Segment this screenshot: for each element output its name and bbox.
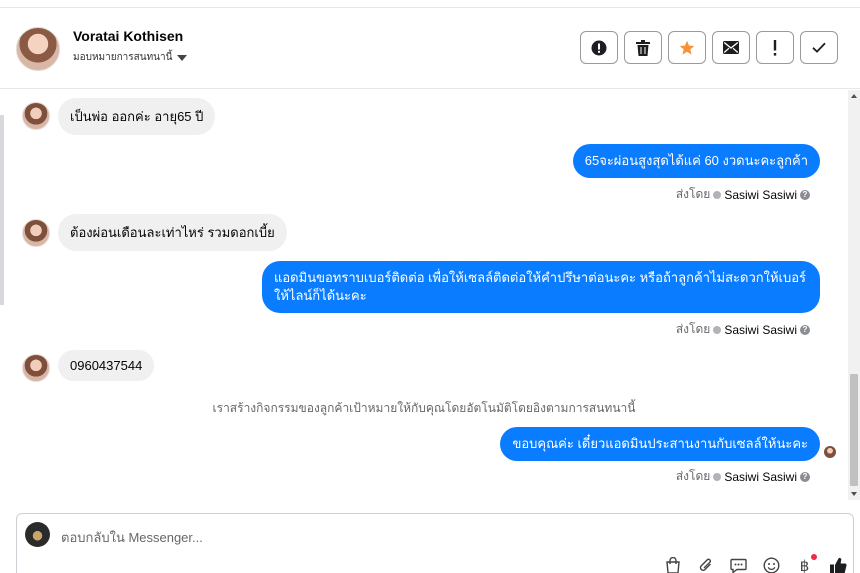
shopping-bag-button[interactable] [663, 556, 682, 573]
reply-composer: ตอบกลับใน Messenger... ฿ [16, 513, 854, 573]
top-border [0, 0, 860, 8]
message-thread[interactable]: เป็นพ่อ ออกค่ะ อายุ65 ปี 65จะผ่อนสูงสุดไ… [0, 90, 848, 500]
message-bubble-outgoing[interactable]: ขอบคุณค่ะ เดี๋ยวแอดมินประสานงานกับเซลล์ใ… [500, 427, 820, 461]
sent-by-line: ส่งโดย Sasiwi Sasiwi ? [676, 320, 810, 339]
notification-dot [811, 554, 817, 560]
saved-reply-button[interactable] [729, 556, 748, 573]
emoji-button[interactable] [762, 556, 781, 573]
reply-input[interactable]: ตอบกลับใน Messenger... [61, 527, 203, 548]
composer-toolbar: ฿ [663, 554, 847, 573]
contact-name[interactable]: Voratai Kothisen [73, 28, 183, 44]
page-avatar [25, 522, 50, 547]
message-bubble-incoming[interactable]: 0960437544 [58, 350, 155, 381]
help-icon[interactable]: ? [800, 189, 810, 200]
message-bubble-incoming[interactable]: ต้องผ่อนเดือนละเท่าไหร่ รวมดอกเบี้ย [58, 214, 287, 251]
thumbs-up-icon [829, 557, 847, 573]
sender-name: Sasiwi Sasiwi [724, 187, 797, 202]
star-icon [679, 40, 695, 55]
sent-by-prefix: ส่งโดย [675, 322, 711, 336]
page-icon [713, 472, 722, 481]
sent-by-prefix: ส่งโดย [675, 187, 711, 201]
contact-avatar-small [22, 219, 50, 247]
sender-name: Sasiwi Sasiwi [724, 469, 797, 484]
shopping-bag-icon [665, 557, 680, 573]
conversation-header: Voratai Kothisen มอบหมายการสนทนานี้ [0, 9, 860, 89]
page-icon [713, 190, 722, 199]
sender-name: Sasiwi Sasiwi [724, 322, 797, 337]
payment-button[interactable]: ฿ [795, 554, 817, 573]
chevron-down-icon [177, 54, 188, 61]
seen-avatar [824, 446, 836, 458]
page-icon [713, 325, 722, 334]
mark-unread-button[interactable] [712, 31, 750, 64]
scrollbar[interactable] [848, 90, 860, 500]
scroll-up-arrow-icon[interactable] [851, 94, 857, 98]
scroll-down-arrow-icon[interactable] [851, 492, 857, 496]
paperclip-icon [699, 558, 711, 571]
check-icon [812, 42, 826, 53]
attach-button[interactable] [696, 556, 715, 573]
message-bubble-incoming[interactable]: เป็นพ่อ ออกค่ะ อายุ65 ปี [58, 98, 216, 135]
message-bubble-outgoing[interactable]: 65จะผ่อนสูงสุดได้แค่ 60 งวดนะคะลูกค้า [572, 144, 820, 178]
system-note: เราสร้างกิจกรรมของลูกค้าเป้าหมายให้กับคุ… [212, 401, 636, 415]
help-icon[interactable]: ? [800, 324, 810, 335]
assign-label: มอบหมายการสนทนานี้ [73, 52, 173, 63]
conversation-actions [580, 31, 838, 64]
sent-by-line: ส่งโดย Sasiwi Sasiwi ? [676, 467, 810, 486]
scroll-thumb[interactable] [850, 374, 858, 486]
exclamation-icon [773, 39, 777, 56]
baht-icon: ฿ [799, 557, 810, 573]
follow-up-button[interactable] [756, 31, 794, 64]
sent-by-line: ส่งโดย Sasiwi Sasiwi ? [676, 185, 810, 204]
star-button[interactable] [668, 31, 706, 64]
message-bubble-outgoing[interactable]: แอดมินขอทราบเบอร์ติดต่อ เพื่อให้เซลล์ติด… [262, 261, 820, 313]
delete-button[interactable] [624, 31, 662, 64]
saved-reply-icon [730, 558, 747, 573]
spam-button[interactable] [580, 31, 618, 64]
sent-by-prefix: ส่งโดย [675, 469, 711, 483]
contact-avatar-small [22, 102, 50, 130]
contact-avatar[interactable] [16, 27, 60, 71]
help-icon[interactable]: ? [800, 471, 810, 482]
assign-conversation-dropdown[interactable]: มอบหมายการสนทนานี้ [73, 50, 188, 65]
like-button[interactable] [828, 556, 847, 573]
done-button[interactable] [800, 31, 838, 64]
envelope-icon [723, 41, 739, 54]
trash-icon [636, 39, 650, 56]
contact-avatar-small [22, 354, 50, 382]
emoji-icon [763, 557, 780, 573]
alert-circle-icon [591, 40, 607, 55]
